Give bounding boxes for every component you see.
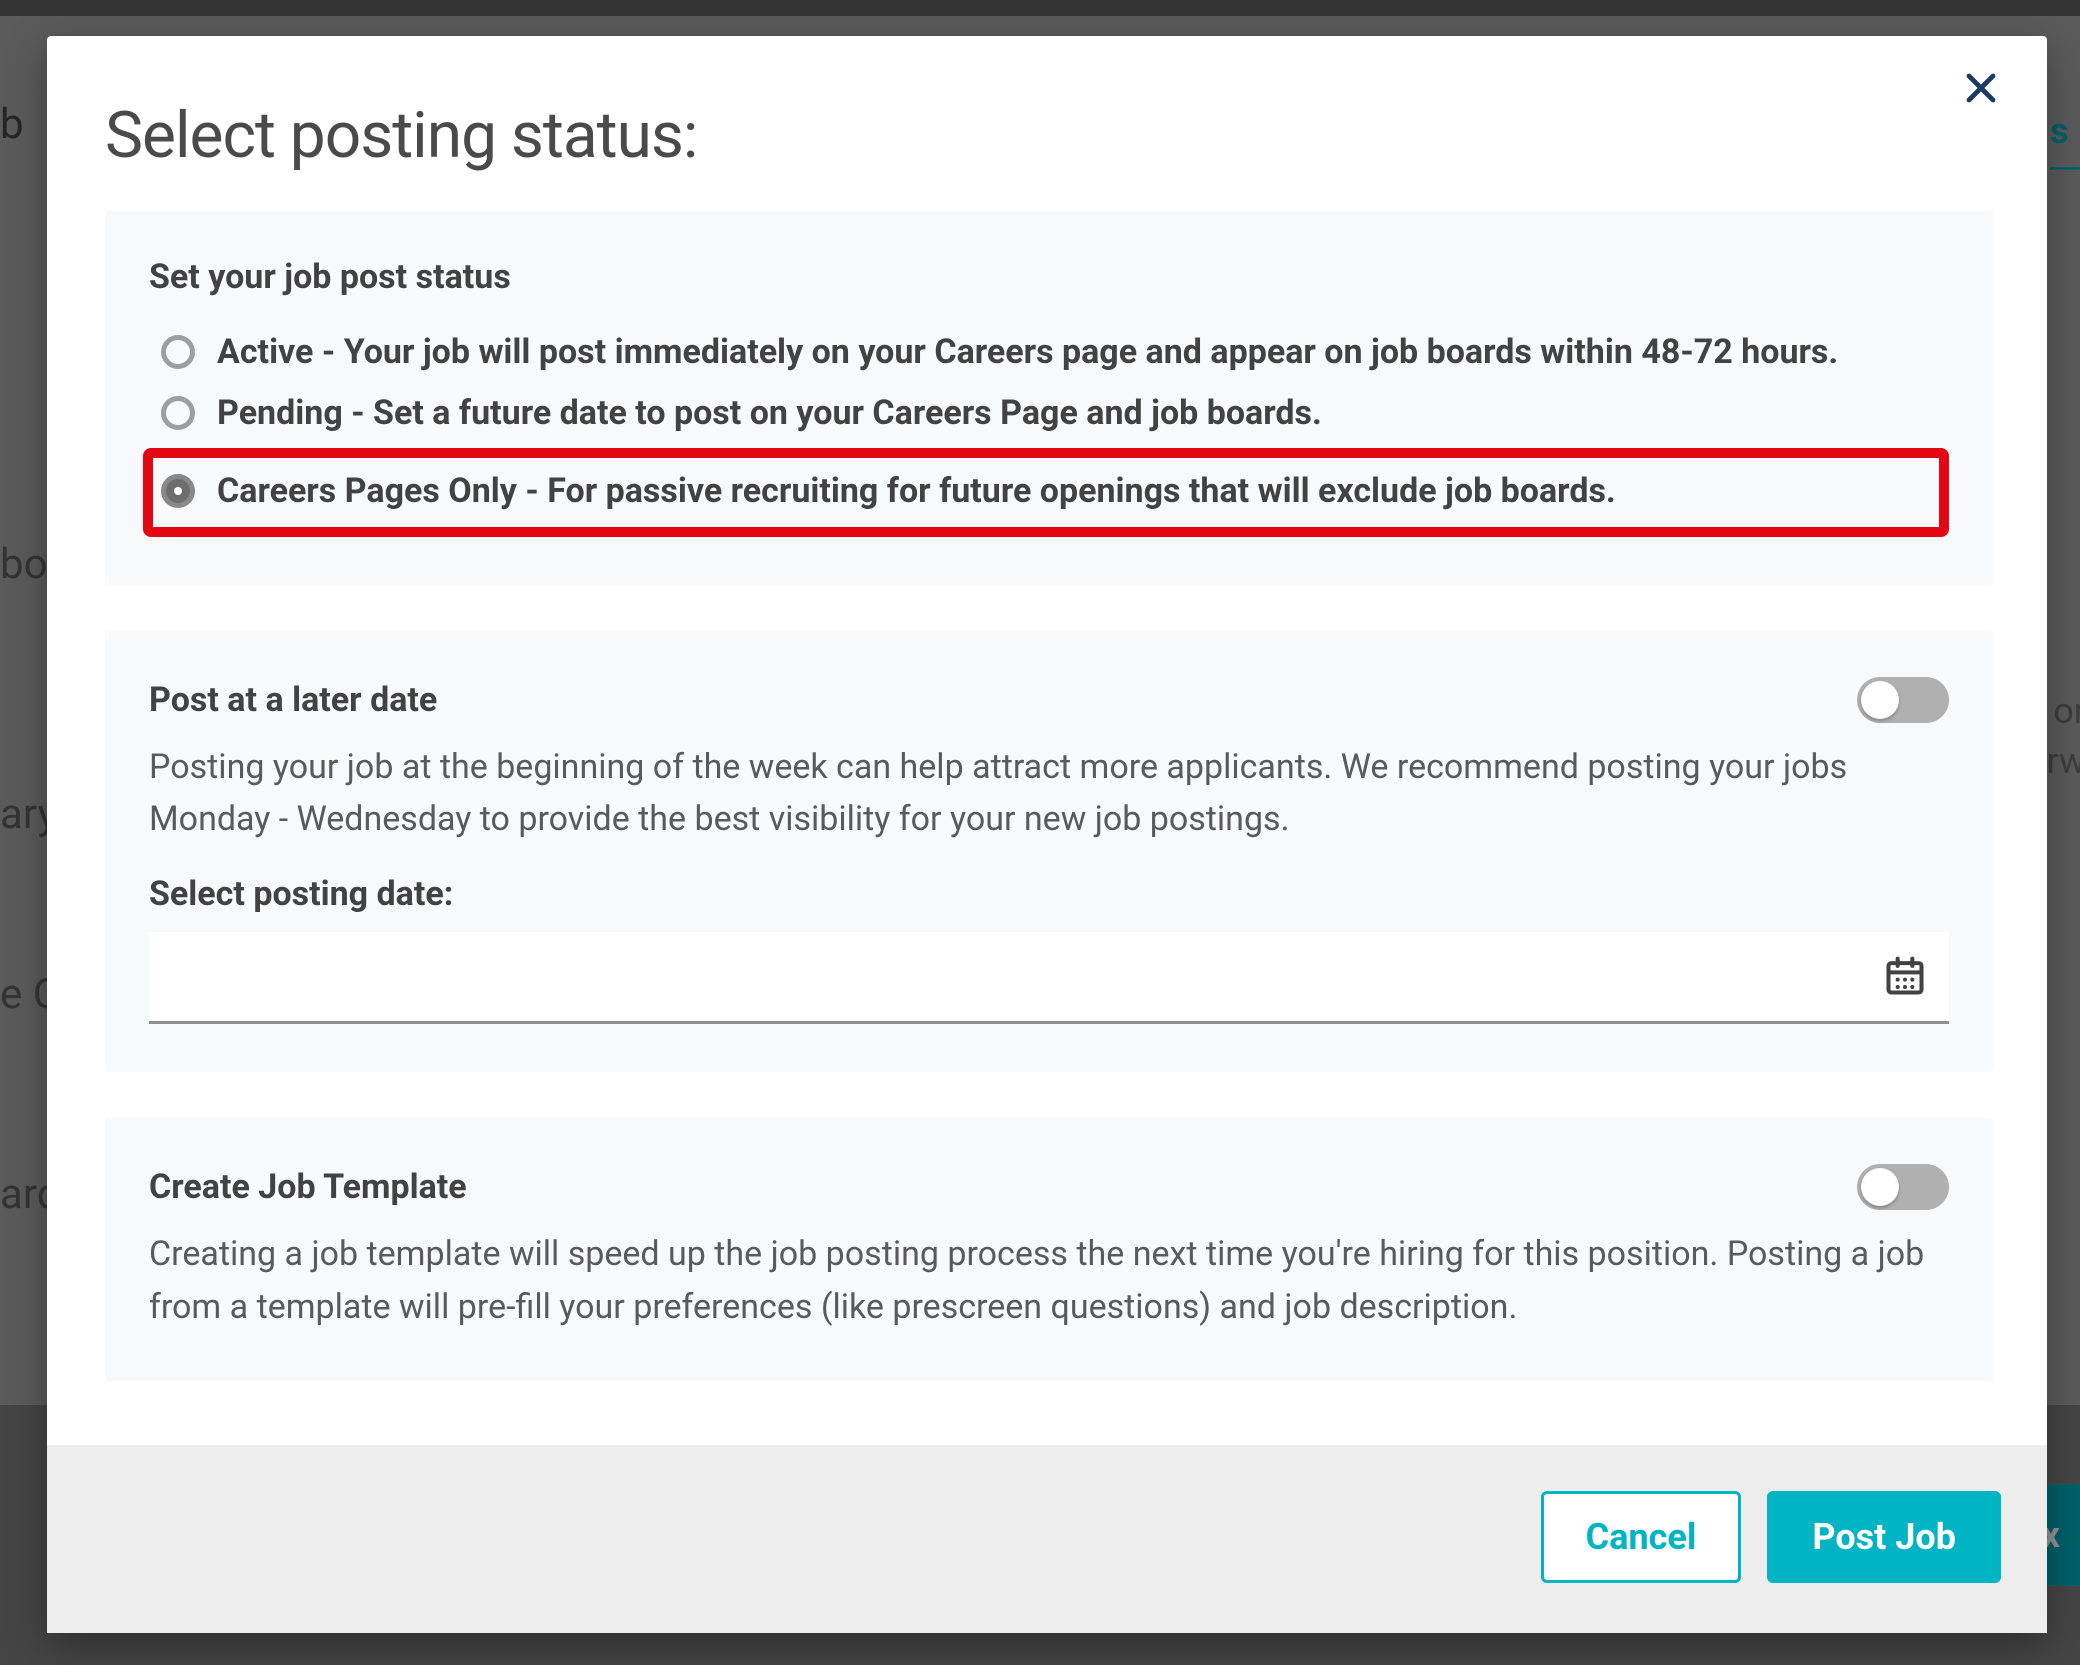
status-radio-group: Active - Your job will post immediately … <box>149 323 1949 537</box>
radio-icon[interactable] <box>161 335 195 369</box>
radio-label: Pending - Set a future date to post on y… <box>217 392 1322 435</box>
radio-label: Careers Pages Only - For passive recruit… <box>217 470 1616 513</box>
radio-inner-dot <box>174 487 182 495</box>
radio-option-active[interactable]: Active - Your job will post immediately … <box>149 323 1949 384</box>
radio-label: Active - Your job will post immediately … <box>217 331 1838 374</box>
close-icon[interactable] <box>1963 70 1999 114</box>
posting-status-modal: Select posting status: Set your job post… <box>47 36 2047 1633</box>
cancel-button[interactable]: Cancel <box>1541 1491 1742 1583</box>
post-job-button[interactable]: Post Job <box>1767 1491 2001 1583</box>
calendar-icon[interactable] <box>1883 954 1927 998</box>
later-date-description: Posting your job at the beginning of the… <box>149 741 1949 846</box>
job-template-panel: Create Job Template Creating a job templ… <box>105 1118 1993 1381</box>
radio-option-careers-only[interactable]: Careers Pages Only - For passive recruit… <box>143 448 1949 537</box>
toggle-knob <box>1861 1168 1899 1206</box>
modal-header: Select posting status: <box>47 36 2047 173</box>
job-template-description: Creating a job template will speed up th… <box>149 1228 1949 1333</box>
status-panel-heading: Set your job post status <box>149 257 1949 297</box>
posting-date-label: Select posting date: <box>149 874 1949 914</box>
modal-footer: Cancel Post Job <box>47 1445 2047 1633</box>
later-date-heading: Post at a later date <box>149 680 437 720</box>
status-panel: Set your job post status Active - Your j… <box>105 211 1993 585</box>
job-template-heading: Create Job Template <box>149 1167 467 1207</box>
posting-date-input[interactable] <box>169 932 1883 1021</box>
radio-icon-selected[interactable] <box>161 474 195 508</box>
posting-date-field[interactable] <box>149 932 1949 1024</box>
later-date-panel: Post at a later date Posting your job at… <box>105 631 1993 1072</box>
radio-icon[interactable] <box>161 396 195 430</box>
modal-body-scroll[interactable]: Set your job post status Active - Your j… <box>105 211 2033 1445</box>
later-date-toggle[interactable] <box>1857 677 1949 723</box>
modal-title: Select posting status: <box>105 98 697 173</box>
toggle-knob <box>1861 681 1899 719</box>
job-template-toggle[interactable] <box>1857 1164 1949 1210</box>
radio-option-pending[interactable]: Pending - Set a future date to post on y… <box>149 384 1949 445</box>
